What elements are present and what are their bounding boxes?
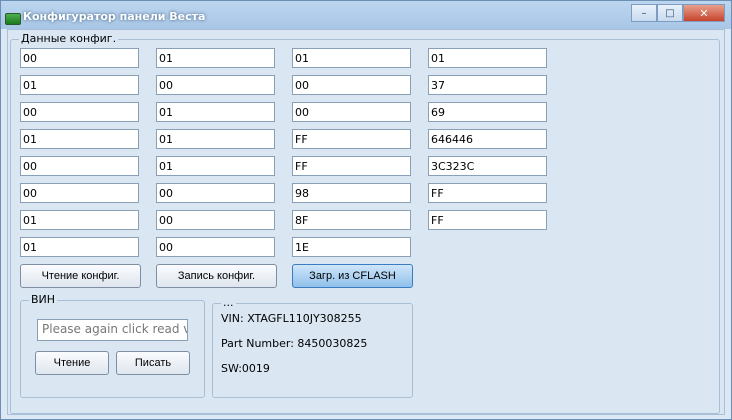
window-controls: – □ ✕ bbox=[631, 4, 725, 22]
read-config-button[interactable]: Чтение конфиг. bbox=[20, 264, 141, 288]
read-vin-button[interactable]: Чтение bbox=[35, 351, 109, 375]
config-field-c1-r8[interactable] bbox=[20, 237, 139, 257]
config-field-c2-r2[interactable] bbox=[156, 75, 275, 95]
close-button[interactable]: ✕ bbox=[683, 4, 725, 22]
config-field-c3-r1[interactable] bbox=[292, 48, 411, 68]
vin-group-label: ВИН bbox=[29, 293, 58, 306]
config-field-c2-r4[interactable] bbox=[156, 129, 275, 149]
app-icon bbox=[5, 13, 21, 25]
config-field-c2-r3[interactable] bbox=[156, 102, 275, 122]
minimize-icon: – bbox=[641, 7, 647, 19]
config-field-c2-r6[interactable] bbox=[156, 183, 275, 203]
config-field-c4-r7[interactable] bbox=[428, 210, 547, 230]
close-icon: ✕ bbox=[699, 6, 709, 20]
main-window: Конфигуратор панели Веста – □ ✕ Данные к… bbox=[0, 0, 732, 420]
config-field-c2-r1[interactable] bbox=[156, 48, 275, 68]
config-field-c4-r4[interactable] bbox=[428, 129, 547, 149]
config-field-c2-r7[interactable] bbox=[156, 210, 275, 230]
window-title: Конфигуратор панели Веста bbox=[23, 10, 206, 23]
write-vin-button[interactable]: Писать bbox=[116, 351, 190, 375]
vin-readout: VIN: XTAGFL110JY308255 bbox=[221, 312, 362, 325]
info-group-label: ... bbox=[221, 296, 236, 309]
config-field-c3-r8[interactable] bbox=[292, 237, 411, 257]
config-field-c4-r6[interactable] bbox=[428, 183, 547, 203]
config-field-c2-r5[interactable] bbox=[156, 156, 275, 176]
client-area: Данные конфиг. 00 01 00 01 00 00 01 01 0… bbox=[7, 29, 725, 415]
config-field-c3-r4[interactable] bbox=[292, 129, 411, 149]
load-cflash-button[interactable]: Загр. из CFLASH bbox=[292, 264, 413, 288]
config-field-c4-r3[interactable] bbox=[428, 102, 547, 122]
config-field-c1-r2[interactable] bbox=[20, 75, 139, 95]
vin-input[interactable]: Please again click read vin bbox=[37, 319, 188, 341]
config-field-c4-r2[interactable] bbox=[428, 75, 547, 95]
minimize-button[interactable]: – bbox=[631, 4, 657, 22]
vin-group: ВИН Please again click read vin Чтение П… bbox=[20, 293, 205, 398]
config-field-c1-r5[interactable] bbox=[20, 156, 139, 176]
config-field-c2-r8[interactable] bbox=[156, 237, 275, 257]
info-group: ... VIN: XTAGFL110JY308255 Part Number: … bbox=[212, 296, 413, 398]
write-config-button[interactable]: Запись конфиг. bbox=[156, 264, 277, 288]
config-field-c3-r3[interactable] bbox=[292, 102, 411, 122]
config-field-c1-r3[interactable] bbox=[20, 102, 139, 122]
maximize-button[interactable]: □ bbox=[657, 4, 683, 22]
maximize-icon: □ bbox=[665, 7, 675, 19]
config-field-c3-r2[interactable] bbox=[292, 75, 411, 95]
config-field-c1-r1[interactable] bbox=[20, 48, 139, 68]
config-field-c4-r5[interactable] bbox=[428, 156, 547, 176]
config-field-c3-r5[interactable] bbox=[292, 156, 411, 176]
config-field-c3-r7[interactable] bbox=[292, 210, 411, 230]
sw-version-readout: SW:0019 bbox=[221, 362, 270, 375]
title-bar[interactable]: Конфигуратор панели Веста – □ ✕ bbox=[1, 1, 731, 29]
config-field-c1-r6[interactable] bbox=[20, 183, 139, 203]
config-field-c4-r1[interactable] bbox=[428, 48, 547, 68]
config-field-c1-r7[interactable] bbox=[20, 210, 139, 230]
config-group-label: Данные конфиг. bbox=[19, 32, 119, 45]
config-field-c3-r6[interactable] bbox=[292, 183, 411, 203]
part-number-readout: Part Number: 8450030825 bbox=[221, 337, 368, 350]
config-field-c1-r4[interactable] bbox=[20, 129, 139, 149]
